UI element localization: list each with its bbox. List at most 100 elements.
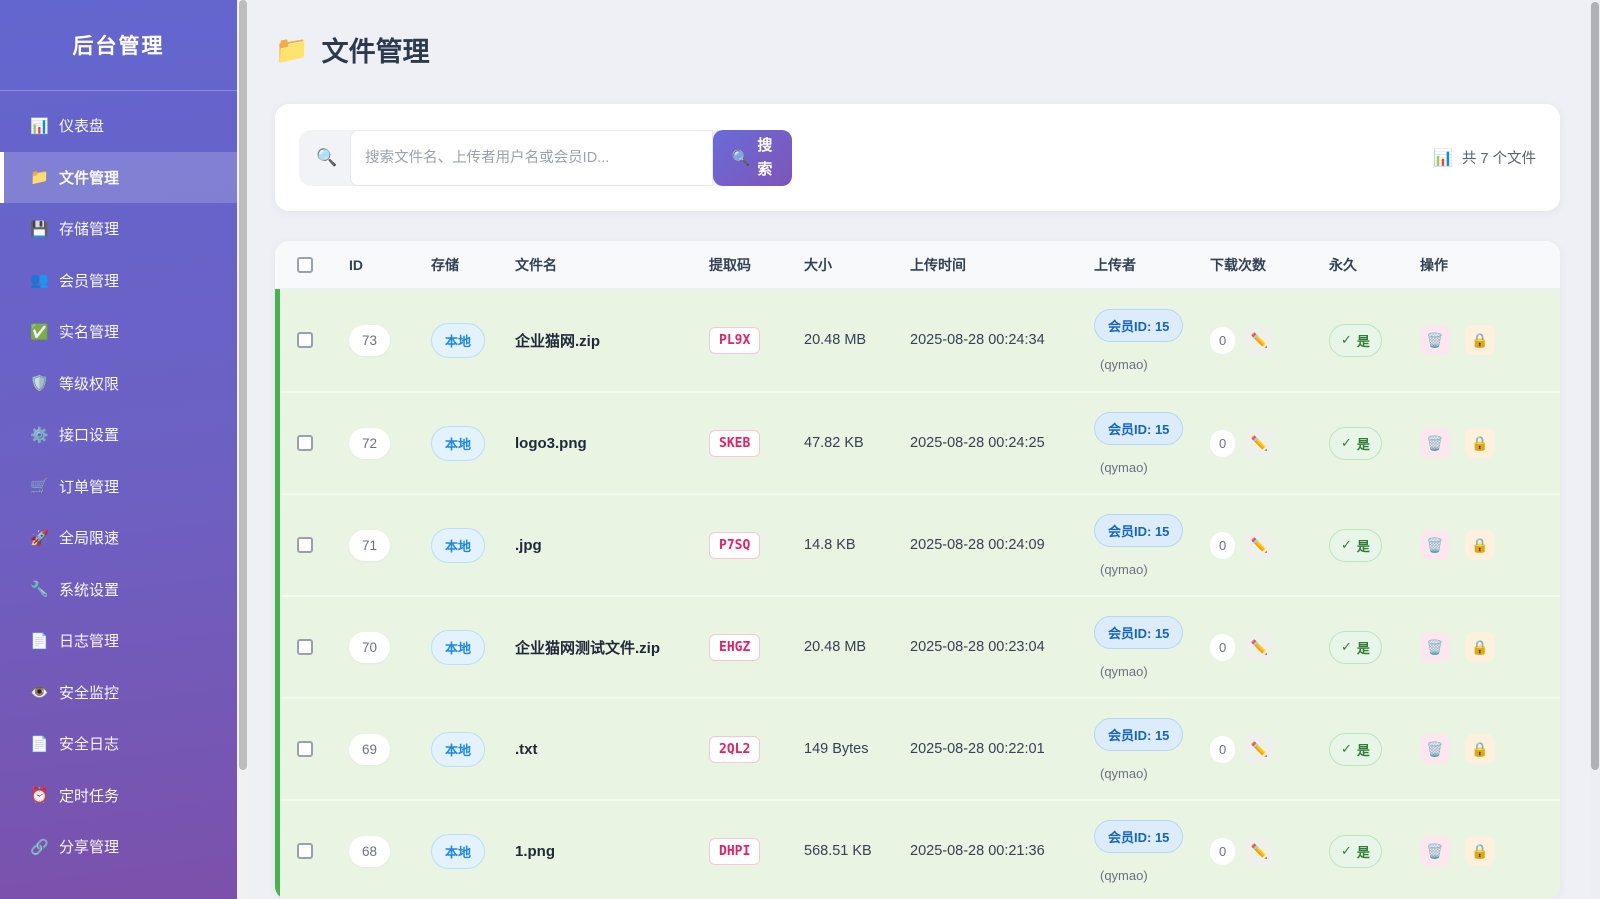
lock-button[interactable]: 🔒 [1465, 325, 1495, 355]
sidebar-item[interactable]: 👥 会员管理 [0, 255, 237, 307]
sidebar-item-icon: 👥 [30, 271, 48, 289]
row-checkbox[interactable] [297, 435, 313, 451]
permanent-badge: ✓ 是 [1329, 427, 1382, 460]
file-size: 14.8 KB [804, 537, 910, 553]
lock-button[interactable]: 🔒 [1465, 734, 1495, 764]
upload-time: 2025-08-28 00:22:01 [910, 741, 1094, 757]
upload-time: 2025-08-28 00:24:34 [910, 332, 1094, 348]
trash-icon: 🗑️ [1426, 741, 1443, 758]
page-title: 文件管理 [322, 30, 430, 69]
col-code: 提取码 [709, 255, 804, 275]
file-count-text: 共 7 个文件 [1462, 147, 1536, 168]
sidebar-item[interactable]: 🔧 系统设置 [0, 564, 237, 616]
file-id-badge: 73 [349, 325, 390, 356]
table-row: 70 本地 企业猫网测试文件.zip EHGZ 20.48 MB 2025-08… [275, 595, 1560, 697]
edit-button[interactable]: ✏️ [1244, 632, 1274, 662]
row-checkbox[interactable] [297, 537, 313, 553]
member-id-badge: 会员ID: 15 [1094, 309, 1183, 342]
sidebar-item[interactable]: 👁️ 安全监控 [0, 667, 237, 719]
search-input[interactable] [350, 130, 713, 186]
sidebar-scrollbar-thumb[interactable] [239, 0, 247, 770]
row-checkbox[interactable] [297, 843, 313, 859]
row-checkbox[interactable] [297, 332, 313, 348]
file-size: 568.51 KB [804, 843, 910, 859]
lock-button[interactable]: 🔒 [1465, 530, 1495, 560]
pencil-icon: ✏️ [1251, 435, 1268, 452]
downloads-cell: 0 ✏️ [1210, 632, 1329, 662]
row-checkbox[interactable] [297, 639, 313, 655]
sidebar-item[interactable]: 📄 日志管理 [0, 615, 237, 667]
permanent-label: 是 [1357, 740, 1370, 759]
uploader-cell: 会员ID: 15 (qymao) [1094, 412, 1210, 475]
edit-button[interactable]: ✏️ [1244, 734, 1274, 764]
file-size: 47.82 KB [804, 435, 910, 451]
sidebar-item[interactable]: ⚙️ 接口设置 [0, 409, 237, 461]
delete-button[interactable]: 🗑️ [1420, 428, 1450, 458]
sidebar-item-label: 订单管理 [59, 476, 119, 497]
sidebar-item-label: 等级权限 [59, 373, 119, 394]
sidebar-item-icon: 🛒 [30, 477, 48, 495]
select-all-checkbox[interactable] [297, 257, 313, 273]
sidebar-item[interactable]: ⏰ 定时任务 [0, 770, 237, 822]
sidebar-item[interactable]: 🛡️ 等级权限 [0, 358, 237, 410]
sidebar-item[interactable]: 📄 安全日志 [0, 718, 237, 770]
edit-button[interactable]: ✏️ [1244, 325, 1274, 355]
uploader-cell: 会员ID: 15 (qymao) [1094, 718, 1210, 781]
sidebar-item-icon: 🔗 [30, 838, 48, 856]
sidebar-item[interactable]: 🛒 订单管理 [0, 461, 237, 513]
sidebar-item[interactable]: 🔗 分享管理 [0, 821, 237, 873]
lock-button[interactable]: 🔒 [1465, 836, 1495, 866]
edit-button[interactable]: ✏️ [1244, 530, 1274, 560]
sidebar-item-label: 安全监控 [59, 682, 119, 703]
sidebar-item-label: 接口设置 [59, 424, 119, 445]
file-size: 149 Bytes [804, 741, 910, 757]
sidebar-item[interactable]: 🚀 全局限速 [0, 512, 237, 564]
sidebar-item-icon: 📊 [30, 117, 48, 135]
edit-button[interactable]: ✏️ [1244, 836, 1274, 866]
row-checkbox[interactable] [297, 741, 313, 757]
upload-time: 2025-08-28 00:23:04 [910, 639, 1094, 655]
col-permanent: 永久 [1329, 255, 1420, 275]
sidebar-item-label: 仪表盘 [59, 115, 104, 136]
delete-button[interactable]: 🗑️ [1420, 632, 1450, 662]
downloads-cell: 0 ✏️ [1210, 325, 1329, 355]
trash-icon: 🗑️ [1426, 332, 1443, 349]
page-scrollbar[interactable] [1590, 0, 1600, 899]
uploader-cell: 会员ID: 15 (qymao) [1094, 616, 1210, 679]
trash-icon: 🗑️ [1426, 537, 1443, 554]
search-button-label: 搜索 [756, 134, 773, 181]
sidebar-item[interactable]: 📁 文件管理 [0, 152, 237, 204]
col-actions: 操作 [1420, 255, 1560, 275]
edit-button[interactable]: ✏️ [1244, 428, 1274, 458]
download-count: 0 [1210, 634, 1235, 661]
trash-icon: 🗑️ [1426, 435, 1443, 452]
sidebar-item[interactable]: 📊 仪表盘 [0, 100, 237, 152]
lock-button[interactable]: 🔒 [1465, 428, 1495, 458]
col-downloads: 下载次数 [1210, 255, 1329, 275]
col-filename: 文件名 [515, 255, 709, 275]
sidebar-scrollbar[interactable] [237, 0, 248, 899]
lock-button[interactable]: 🔒 [1465, 632, 1495, 662]
sidebar-item[interactable]: ✅ 实名管理 [0, 306, 237, 358]
sidebar-item[interactable]: 💾 存储管理 [0, 203, 237, 255]
uploader-name: (qymao) [1094, 460, 1148, 475]
file-name: 企业猫网.zip [515, 330, 709, 351]
delete-button[interactable]: 🗑️ [1420, 325, 1450, 355]
page-scrollbar-thumb[interactable] [1591, 2, 1599, 770]
sidebar-item-icon: ⏰ [30, 786, 48, 804]
col-size: 大小 [804, 255, 910, 275]
search-button[interactable]: 🔍 搜索 [713, 130, 792, 186]
sidebar-item-icon: 📄 [30, 735, 48, 753]
file-id-badge: 70 [349, 632, 390, 663]
sidebar-item-label: 定时任务 [59, 785, 119, 806]
delete-button[interactable]: 🗑️ [1420, 530, 1450, 560]
downloads-cell: 0 ✏️ [1210, 530, 1329, 560]
permanent-badge: ✓ 是 [1329, 324, 1382, 357]
download-count: 0 [1210, 430, 1235, 457]
delete-button[interactable]: 🗑️ [1420, 836, 1450, 866]
delete-button[interactable]: 🗑️ [1420, 734, 1450, 764]
table-row: 71 本地 .jpg P7SQ 14.8 KB 2025-08-28 00:24… [275, 493, 1560, 595]
sidebar: 后台管理 📊 仪表盘 📁 文件管理 💾 存储管理 👥 会员管理 ✅ 实名管理 🛡… [0, 0, 237, 899]
uploader-name: (qymao) [1094, 664, 1148, 679]
upload-time: 2025-08-28 00:24:09 [910, 537, 1094, 553]
